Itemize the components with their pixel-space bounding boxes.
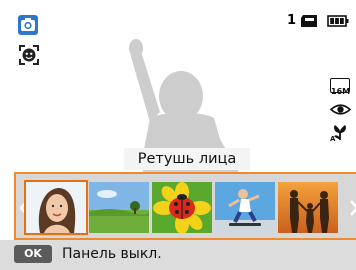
- shot-count: 1: [287, 13, 297, 28]
- battery-full-icon: [327, 15, 349, 27]
- chevron-right-icon[interactable]: [348, 199, 356, 217]
- resolution-16m-icon: 16M: [330, 78, 351, 96]
- thumbnail-family-sunset[interactable]: [278, 182, 338, 233]
- resolution-label: 16M: [331, 87, 351, 96]
- camera-live-view: 1 16M A Ретушь лица OK Панель выкл.: [0, 0, 356, 270]
- thumbnail-ladybug-flower[interactable]: [152, 182, 212, 233]
- face-detection-icon: [19, 45, 39, 65]
- blink-detection-icon: [330, 104, 351, 115]
- thumbnail-landscape[interactable]: [89, 182, 149, 233]
- bottom-help-bar: OK Панель выкл.: [0, 240, 356, 270]
- svg-text:A: A: [330, 135, 336, 142]
- thumbnail-skateboarder[interactable]: [215, 182, 275, 233]
- memory-card-icon: [301, 15, 317, 27]
- auto-macro-icon: A: [330, 125, 346, 142]
- effect-filmstrip[interactable]: [14, 172, 356, 240]
- ok-button[interactable]: OK: [14, 245, 52, 263]
- panel-off-hint: Панель выкл.: [62, 246, 162, 262]
- camera-mode-icon[interactable]: [18, 15, 38, 35]
- thumbnail-portrait[interactable]: [26, 182, 86, 233]
- effect-name-label: Ретушь лица: [124, 148, 250, 170]
